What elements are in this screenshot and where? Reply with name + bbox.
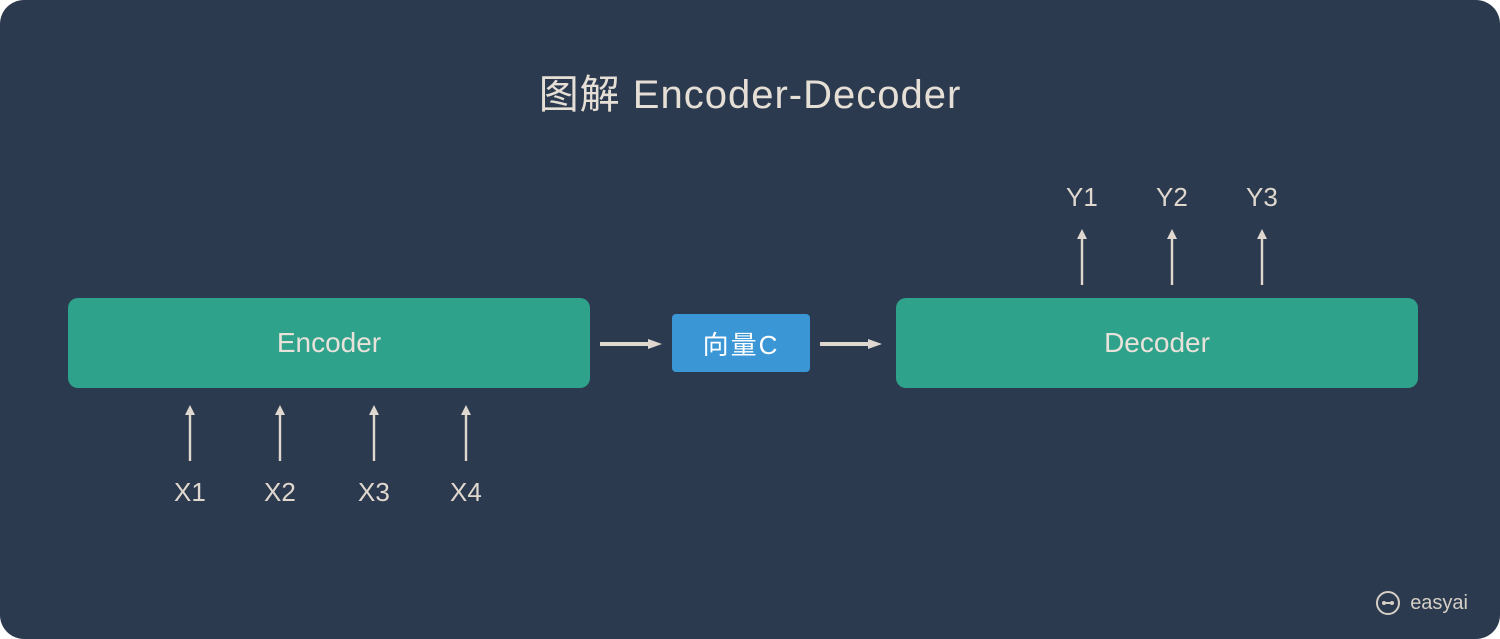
arrow-up-icon: [461, 405, 471, 461]
diagram-title: 图解 Encoder-Decoder: [0, 62, 1500, 120]
input-label-x2: X2: [264, 477, 296, 508]
arrow-up-icon: [1167, 229, 1177, 285]
arrow-up-icon: [185, 405, 195, 461]
input-x2-group: X2: [264, 405, 296, 508]
arrow-up-icon: [369, 405, 379, 461]
easyai-logo-icon: [1376, 591, 1400, 615]
arrow-up-icon: [275, 405, 285, 461]
encoder-label: Encoder: [277, 327, 381, 359]
input-x4-group: X4: [450, 405, 482, 508]
output-label-y3: Y3: [1246, 182, 1278, 213]
arrow-encoder-to-vector: [600, 334, 662, 354]
input-x3-group: X3: [358, 405, 390, 508]
input-x1-group: X1: [174, 405, 206, 508]
output-y3-group: Y3: [1246, 182, 1278, 285]
input-label-x3: X3: [358, 477, 390, 508]
decoder-box: Decoder: [896, 298, 1418, 388]
output-label-y1: Y1: [1066, 182, 1098, 213]
arrow-up-icon: [1257, 229, 1267, 285]
encoder-box: Encoder: [68, 298, 590, 388]
vector-label: 向量C: [703, 325, 780, 362]
output-label-y2: Y2: [1156, 182, 1188, 213]
watermark-text: easyai: [1410, 592, 1468, 615]
decoder-label: Decoder: [1104, 327, 1210, 359]
input-label-x4: X4: [450, 477, 482, 508]
output-y2-group: Y2: [1156, 182, 1188, 285]
watermark: easyai: [1376, 591, 1468, 615]
arrow-vector-to-decoder: [820, 334, 882, 354]
input-label-x1: X1: [174, 477, 206, 508]
diagram-container: 图解 Encoder-Decoder Encoder 向量C Decoder X…: [0, 0, 1500, 639]
output-y1-group: Y1: [1066, 182, 1098, 285]
arrow-up-icon: [1077, 229, 1087, 285]
vector-c-box: 向量C: [672, 314, 810, 372]
